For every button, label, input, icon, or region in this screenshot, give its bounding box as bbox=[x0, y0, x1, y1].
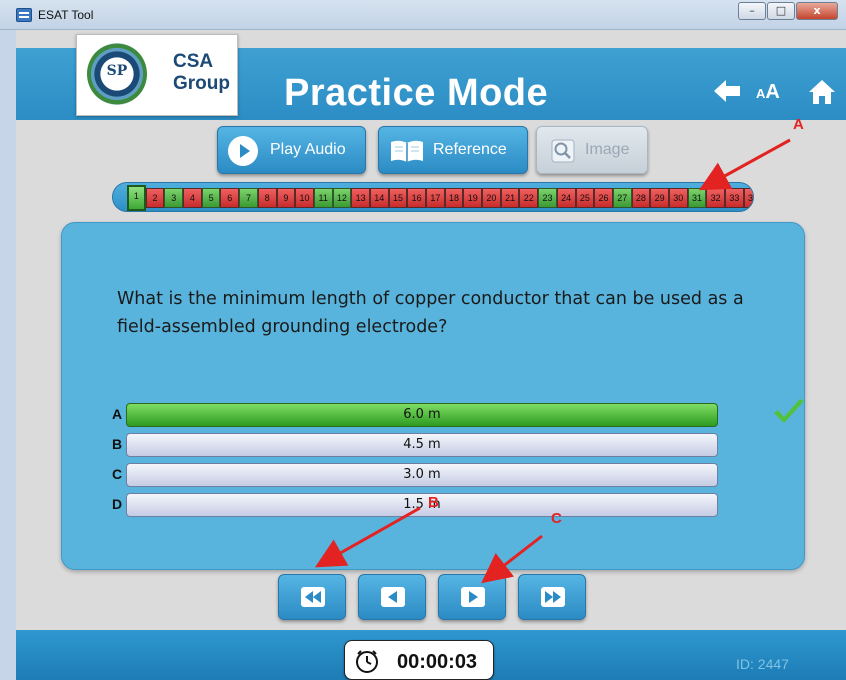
font-size-button[interactable]: AA bbox=[756, 81, 780, 104]
csa-logo-mark: SP bbox=[87, 43, 147, 105]
back-arrow-icon[interactable] bbox=[712, 78, 742, 104]
app-content: Practice Mode AA SP CSA Group Play Audio bbox=[16, 30, 846, 680]
annotation-label-a: A bbox=[793, 116, 804, 133]
question-number-29[interactable]: 29 bbox=[650, 188, 669, 208]
question-number-31[interactable]: 31 bbox=[687, 188, 707, 208]
next-icon bbox=[461, 587, 485, 607]
answer-option-b[interactable]: B 4.5 m bbox=[112, 433, 724, 457]
question-number-20[interactable]: 20 bbox=[482, 188, 501, 208]
question-number-list: 1 2 3 4 5 6 7 8 9 10 11 12 13 14 15 16 17 18 19 20 21 22 23 24 2… bbox=[127, 185, 753, 211]
question-number-2[interactable]: 2 bbox=[145, 188, 165, 208]
window-controls: – □ x bbox=[737, 2, 838, 20]
question-number-28[interactable]: 28 bbox=[631, 188, 651, 208]
minimize-button[interactable]: – bbox=[738, 2, 766, 20]
question-number-25[interactable]: 25 bbox=[575, 188, 595, 208]
answer-letter: B bbox=[112, 436, 123, 452]
font-size-small-label: A bbox=[756, 86, 766, 101]
answer-option-d[interactable]: D 1.5 m bbox=[112, 493, 724, 517]
question-number-21[interactable]: 21 bbox=[500, 188, 520, 208]
question-panel: What is the minimum length of copper con… bbox=[61, 222, 805, 570]
question-number-27[interactable]: 27 bbox=[612, 188, 632, 208]
home-icon[interactable] bbox=[808, 78, 836, 106]
question-number-11[interactable]: 11 bbox=[313, 188, 333, 208]
checkmark-icon bbox=[774, 399, 804, 423]
question-number-4[interactable]: 4 bbox=[183, 188, 202, 208]
image-button[interactable]: Image bbox=[536, 126, 648, 174]
csa-group-logo: SP CSA Group bbox=[76, 34, 238, 116]
question-number-19[interactable]: 19 bbox=[463, 188, 483, 208]
play-audio-label: Play Audio bbox=[270, 141, 346, 158]
question-number-32[interactable]: 32 bbox=[706, 188, 725, 208]
annotation-label-b: B bbox=[428, 494, 439, 511]
question-number-30[interactable]: 30 bbox=[668, 188, 688, 208]
question-number-24[interactable]: 24 bbox=[556, 188, 576, 208]
logo-text-line1: CSA bbox=[173, 51, 214, 72]
question-number-22[interactable]: 22 bbox=[519, 188, 539, 208]
page-title: Practice Mode bbox=[284, 72, 549, 114]
book-icon bbox=[391, 140, 423, 162]
image-label: Image bbox=[585, 141, 630, 158]
question-number-1[interactable]: 1 bbox=[127, 185, 146, 211]
answer-option-a[interactable]: A 6.0 m bbox=[112, 399, 804, 427]
magnifier-icon bbox=[551, 139, 575, 163]
question-navigator: 1 2 3 4 5 6 7 8 9 10 11 12 13 14 15 16 17 18 19 20 21 22 23 24 2… bbox=[112, 182, 754, 212]
answer-letter: A bbox=[112, 406, 123, 422]
answer-letter: D bbox=[112, 496, 123, 512]
answer-text[interactable]: 6.0 m bbox=[126, 403, 718, 427]
question-number-16[interactable]: 16 bbox=[407, 188, 426, 208]
question-number-5[interactable]: 5 bbox=[201, 188, 221, 208]
font-size-large-label: A bbox=[765, 81, 780, 103]
question-number-12[interactable]: 12 bbox=[332, 188, 352, 208]
answer-letter: C bbox=[112, 466, 123, 482]
question-number-10[interactable]: 10 bbox=[295, 188, 314, 208]
reference-label: Reference bbox=[433, 141, 507, 158]
last-icon bbox=[541, 587, 565, 607]
window-frame-edge bbox=[0, 30, 16, 680]
answer-option-c[interactable]: C 3.0 m bbox=[112, 463, 724, 487]
play-audio-button[interactable]: Play Audio bbox=[217, 126, 366, 174]
last-question-button[interactable] bbox=[518, 574, 586, 620]
question-number-7[interactable]: 7 bbox=[239, 188, 258, 208]
logo-text-line2: Group bbox=[173, 73, 230, 94]
play-icon bbox=[228, 136, 258, 166]
question-number-13[interactable]: 13 bbox=[351, 188, 370, 208]
question-number-34[interactable]: 34 bbox=[743, 188, 753, 208]
question-number-14[interactable]: 14 bbox=[369, 188, 389, 208]
next-question-button[interactable] bbox=[438, 574, 506, 620]
previous-icon bbox=[381, 587, 405, 607]
logo-text: CSA Group bbox=[173, 51, 230, 95]
first-icon bbox=[301, 587, 325, 607]
app-icon bbox=[16, 8, 32, 22]
question-number-9[interactable]: 9 bbox=[276, 188, 296, 208]
question-number-18[interactable]: 18 bbox=[444, 188, 464, 208]
title-bar: ESAT Tool – □ x bbox=[0, 0, 846, 30]
annotation-label-c: C bbox=[551, 510, 562, 527]
stopwatch-icon bbox=[356, 650, 378, 673]
close-button[interactable]: x bbox=[796, 2, 838, 20]
timer-value: 00:00:03 bbox=[397, 651, 478, 673]
answer-text[interactable]: 4.5 m bbox=[126, 433, 718, 457]
reference-button[interactable]: Reference bbox=[378, 126, 528, 174]
question-number-15[interactable]: 15 bbox=[388, 188, 408, 208]
question-number-33[interactable]: 33 bbox=[725, 188, 744, 208]
question-text: What is the minimum length of copper con… bbox=[117, 289, 744, 337]
question-number-3[interactable]: 3 bbox=[164, 188, 184, 208]
question-number-8[interactable]: 8 bbox=[257, 188, 277, 208]
previous-question-button[interactable] bbox=[358, 574, 426, 620]
question-id: ID: 2447 bbox=[736, 656, 789, 672]
window-title: ESAT Tool bbox=[38, 8, 94, 22]
first-question-button[interactable] bbox=[278, 574, 346, 620]
timer: 00:00:03 bbox=[344, 640, 494, 680]
app-window: ESAT Tool – □ x Practice Mode AA SP CSA … bbox=[0, 0, 846, 680]
logo-mark-text: SP bbox=[106, 63, 128, 79]
answer-text[interactable]: 1.5 m bbox=[126, 493, 718, 517]
question-number-26[interactable]: 26 bbox=[594, 188, 613, 208]
question-number-6[interactable]: 6 bbox=[220, 188, 240, 208]
maximize-button[interactable]: □ bbox=[767, 2, 795, 20]
question-number-23[interactable]: 23 bbox=[538, 188, 557, 208]
answer-text[interactable]: 3.0 m bbox=[126, 463, 718, 487]
question-number-17[interactable]: 17 bbox=[426, 188, 445, 208]
